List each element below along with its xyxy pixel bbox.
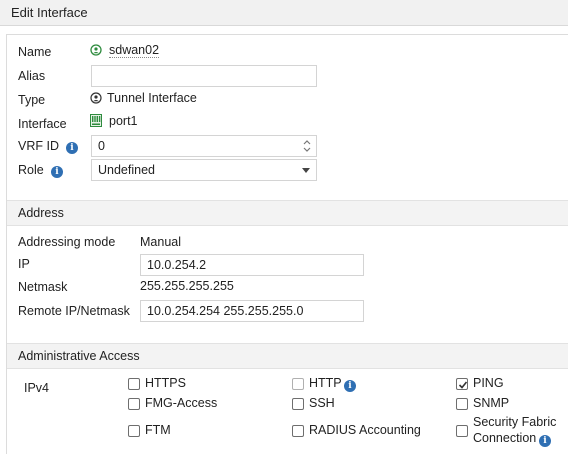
snmp-label: SNMP [473,396,510,410]
fmg-access-label: FMG-Access [145,396,218,410]
ip-input[interactable]: 10.0.254.2 [140,254,364,276]
https-checkbox[interactable] [128,378,140,390]
interface-status-icon [90,44,102,59]
http-checkbox[interactable] [292,378,304,390]
security-fabric-label: Security Fabric [473,415,557,429]
ip-label: IP [18,257,30,271]
netmask-label: Netmask [18,280,68,294]
ping-checkbox[interactable] [456,378,468,390]
type-label: Type [18,93,46,107]
edit-interface-panel: Name sdwan02 Alias Type Tunnel Interface… [6,34,568,454]
interface-value: port1 [109,114,138,128]
ping-label: PING [473,376,504,390]
administrative-access-header: Administrative Access [7,343,568,369]
radius-accounting-checkbox[interactable] [292,425,304,437]
security-fabric-checkbox[interactable] [456,425,468,437]
addressing-mode-value: Manual [140,235,181,249]
fmg-access-checkbox[interactable] [128,398,140,410]
role-selected-value: Undefined [98,163,155,177]
ftm-label: FTM [145,423,171,437]
vrf-id-input[interactable]: 0 [91,135,317,157]
vrf-id-label: VRF ID [18,139,59,153]
vrf-info-icon[interactable]: i [66,139,78,154]
checkmark-icon [458,381,468,389]
netmask-value: 255.255.255.255 [140,279,234,293]
http-label: HTTP [309,376,342,390]
type-value: Tunnel Interface [107,91,197,105]
alias-label: Alias [18,69,46,83]
name-label: Name [18,45,52,59]
interface-label: Interface [18,117,67,131]
role-label: Role [18,163,44,177]
snmp-checkbox[interactable] [456,398,468,410]
ssh-label: SSH [309,396,335,410]
security-fabric-label-line2: Connection [473,431,537,445]
https-label: HTTPS [145,376,186,390]
addressing-mode-label: Addressing mode [18,235,116,249]
chevron-down-icon [302,168,310,173]
remote-ip-input[interactable]: 10.0.254.254 255.255.255.0 [140,300,364,322]
stepper-icon[interactable] [302,138,312,154]
role-select[interactable]: Undefined [91,159,317,181]
dialog-title: Edit Interface [0,0,568,26]
name-value: sdwan02 [109,43,160,58]
address-section-header: Address [7,200,568,226]
remote-ip-label: Remote IP/Netmask [18,304,130,318]
tunnel-icon [90,92,102,107]
security-fabric-info-icon[interactable]: i [539,432,551,447]
port-icon [90,114,102,130]
ssh-checkbox[interactable] [292,398,304,410]
vrf-id-value: 0 [98,139,105,153]
radius-accounting-label: RADIUS Accounting [309,423,421,437]
ftm-checkbox[interactable] [128,425,140,437]
http-info-icon[interactable]: i [344,377,356,392]
alias-input[interactable] [91,65,317,87]
role-info-icon[interactable]: i [51,163,63,178]
ipv4-label: IPv4 [24,381,50,395]
